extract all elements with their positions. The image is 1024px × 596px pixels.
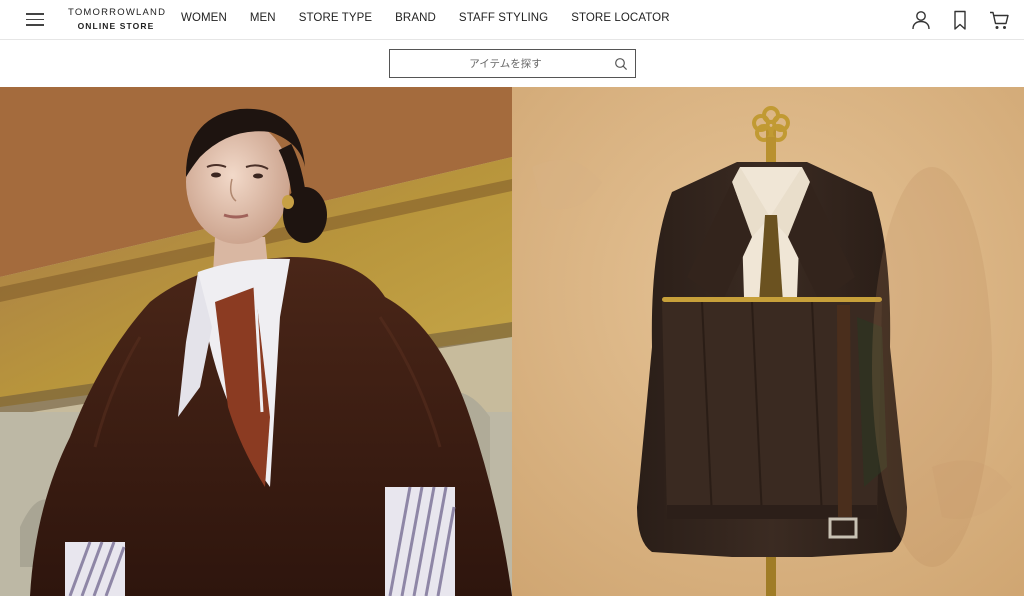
nav-staff-styling[interactable]: STAFF STYLING [459,12,548,24]
nav-men[interactable]: MEN [250,12,276,24]
header-icons [910,9,1010,31]
bookmark-icon[interactable] [949,9,971,31]
site-header: TOMORROWLAND ONLINE STORE WOMEN MEN STOR… [0,0,1024,40]
user-icon[interactable] [910,9,932,31]
nav-brand[interactable]: BRAND [395,12,436,24]
hamburger-menu-icon[interactable] [26,11,44,27]
nav-women[interactable]: WOMEN [181,12,227,24]
logo-line1: TOMORROWLAND [68,7,167,18]
hero-image-men[interactable] [512,87,1024,596]
search-icon[interactable] [614,57,628,71]
search-box [389,49,636,78]
hero-banner [0,87,1024,596]
logo-line2: ONLINE STORE [77,20,155,31]
nav-store-locator[interactable]: STORE LOCATOR [571,12,669,24]
cart-icon[interactable] [988,9,1010,31]
site-logo[interactable]: TOMORROWLAND ONLINE STORE [68,7,167,31]
search-input[interactable] [390,50,635,77]
nav-store-type[interactable]: STORE TYPE [299,12,372,24]
main-nav: WOMEN MEN STORE TYPE BRAND STAFF STYLING… [181,12,693,24]
hero-image-women[interactable] [0,87,512,596]
